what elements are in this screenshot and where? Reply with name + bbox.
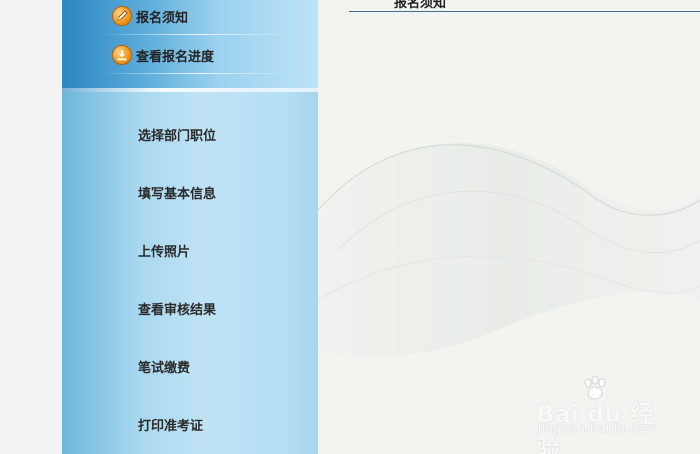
sidebar-top-panel: 报名须知 查看报名进度 (62, 0, 318, 92)
sidebar-link-label: 查看报名进度 (136, 49, 215, 65)
sidebar-link-label: 报名须知 (136, 10, 189, 26)
divider (98, 73, 298, 74)
divider (98, 34, 298, 35)
left-gutter (0, 0, 62, 454)
title-underline (349, 11, 700, 12)
step-exam-payment[interactable]: 笔试缴费 (138, 360, 298, 378)
sidebar: 报名须知 查看报名进度 选择部门职位 填写基本信息 上传照片 查看审核结果 笔试… (62, 0, 318, 454)
baidu-jingyan-watermark: Bai du 经验 jingyan.baidu.com (536, 376, 666, 454)
watermark-url: jingyan.baidu.com (538, 421, 658, 435)
download-icon (112, 45, 132, 65)
sidebar-link-registration-notice[interactable]: 报名须知 (112, 5, 188, 27)
step-print-admission-ticket[interactable]: 打印准考证 (138, 418, 298, 436)
pencil-icon (112, 6, 132, 26)
step-fill-basic-info[interactable]: 填写基本信息 (138, 186, 298, 204)
step-upload-photo[interactable]: 上传照片 (138, 244, 298, 262)
step-select-position[interactable]: 选择部门职位 (138, 128, 298, 146)
sidebar-link-check-progress[interactable]: 查看报名进度 (112, 44, 214, 66)
page-title: 报名须知 (394, 0, 447, 11)
main-content: 报名须知 Bai du 经验 jingyan.baidu.com (318, 0, 700, 454)
step-check-review-result[interactable]: 查看审核结果 (138, 302, 298, 320)
